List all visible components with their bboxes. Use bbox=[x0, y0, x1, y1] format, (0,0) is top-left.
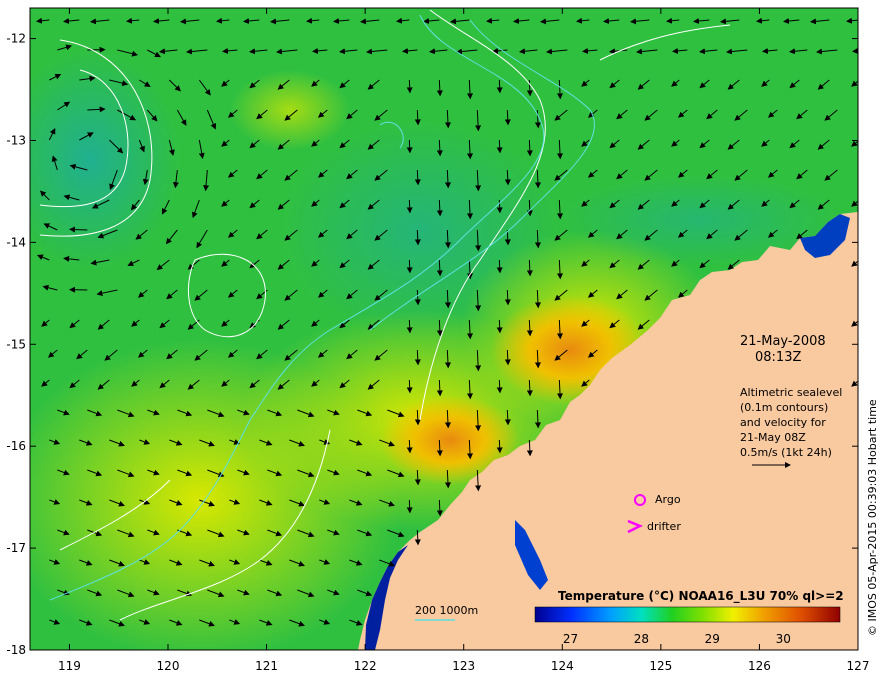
date-label: 21-May-2008 bbox=[740, 334, 826, 349]
velocity-arrow bbox=[857, 111, 858, 118]
colorbar-tick-label: 30 bbox=[776, 632, 791, 646]
velocity-arrow bbox=[496, 379, 503, 394]
lon-tick-label: 125 bbox=[649, 659, 672, 673]
lon-tick-label: 120 bbox=[157, 659, 180, 673]
annotation-line-2: (0.1m contours) bbox=[740, 401, 828, 414]
velocity-arrow bbox=[496, 199, 503, 214]
velocity-arrow bbox=[406, 319, 413, 334]
velocity-arrow bbox=[406, 499, 413, 514]
lon-tick-label: 122 bbox=[354, 659, 377, 673]
velocity-arrow bbox=[406, 259, 413, 274]
sst-field bbox=[30, 8, 858, 650]
velocity-arrow bbox=[69, 226, 88, 233]
annotation-line-5: 0.5m/s (1kt 24h) bbox=[740, 446, 832, 459]
lon-tick-label: 127 bbox=[847, 659, 870, 673]
lat-tick-label: -16 bbox=[6, 439, 26, 453]
velocity-arrow bbox=[857, 351, 858, 358]
colorbar-tick-label: 29 bbox=[705, 632, 720, 646]
annotation-line-1: Altimetric sealevel bbox=[740, 386, 842, 399]
lat-tick-label: -18 bbox=[6, 643, 26, 657]
velocity-arrow bbox=[496, 79, 503, 94]
lon-tick-label: 124 bbox=[551, 659, 574, 673]
sst-map: Argo drifter 200 1000m 21-May-2008 08:13… bbox=[6, 7, 879, 673]
lon-tick-label: 119 bbox=[58, 659, 81, 673]
velocity-arrow bbox=[406, 79, 413, 94]
velocity-arrow bbox=[857, 171, 858, 178]
velocity-arrow bbox=[406, 379, 413, 394]
credit-label: © IMOS 05-Apr-2015 00:39:03 Hobart time bbox=[866, 399, 879, 636]
lat-tick-label: -13 bbox=[6, 133, 26, 147]
velocity-arrow bbox=[496, 139, 503, 154]
colorbar-tick-label: 27 bbox=[563, 632, 578, 646]
lon-tick-label: 126 bbox=[748, 659, 771, 673]
velocity-arrow bbox=[406, 439, 413, 454]
colorbar-tick-label: 28 bbox=[634, 632, 649, 646]
drifter-label: drifter bbox=[647, 520, 681, 533]
colorbar bbox=[534, 606, 841, 623]
annotation-line-3: and velocity for bbox=[740, 416, 826, 429]
lon-tick-label: 121 bbox=[255, 659, 278, 673]
colorbar-title: Temperature (°C) NOAA16_L3U 70% ql>=2 bbox=[558, 589, 844, 604]
isobath-legend-label: 200 1000m bbox=[415, 604, 478, 617]
velocity-arrow bbox=[496, 319, 503, 334]
lat-tick-label: -17 bbox=[6, 541, 26, 555]
time-label: 08:13Z bbox=[755, 350, 801, 365]
lon-tick-label: 123 bbox=[452, 659, 475, 673]
velocity-arrow bbox=[406, 139, 413, 154]
lat-tick-label: -14 bbox=[6, 235, 26, 249]
velocity-arrow bbox=[406, 199, 413, 214]
velocity-arrow bbox=[857, 291, 858, 298]
argo-label: Argo bbox=[655, 493, 681, 506]
annotation-line-4: 21-May 08Z bbox=[740, 431, 806, 444]
velocity-arrow bbox=[857, 231, 858, 238]
velocity-arrow bbox=[496, 259, 503, 274]
lat-tick-label: -12 bbox=[6, 32, 26, 46]
velocity-arrow bbox=[496, 439, 503, 454]
lat-tick-label: -15 bbox=[6, 337, 26, 351]
